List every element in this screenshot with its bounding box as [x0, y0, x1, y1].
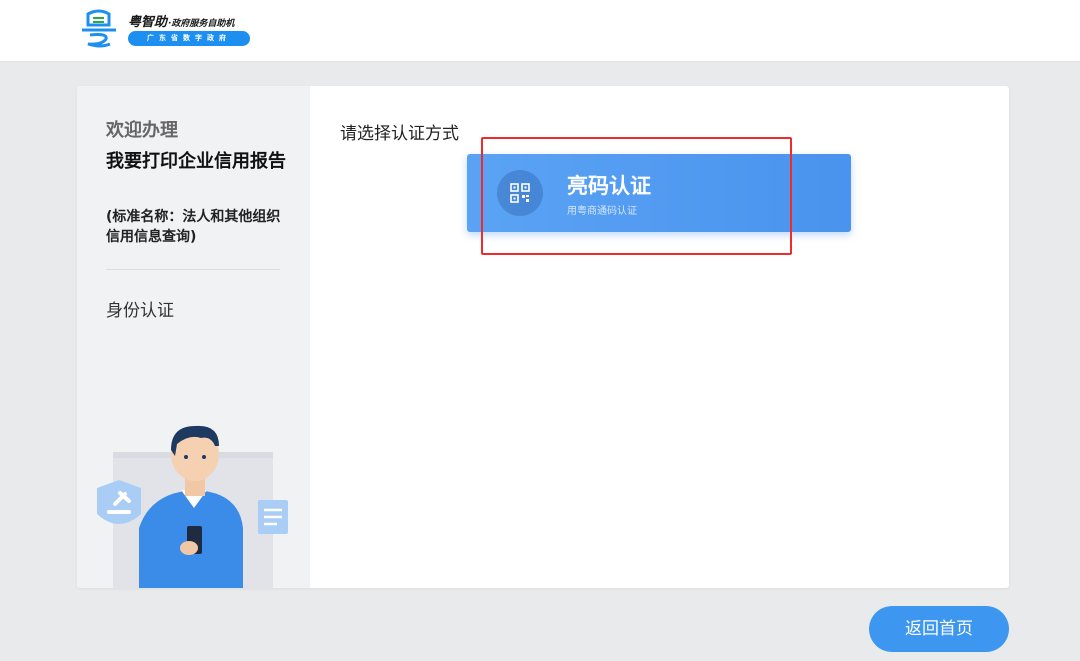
auth-method-prompt: 请选择认证方式 [340, 124, 459, 144]
sidebar-divider [106, 269, 280, 270]
top-bar: 粤智助·政府服务自助机 广东省数字政府 [0, 0, 1080, 62]
qr-auth-subtitle: 用粤商通码认证 [567, 206, 637, 217]
brand-subtitle: ·政府服务自助机 [168, 19, 235, 29]
welcome-heading: 欢迎办理 [106, 120, 178, 141]
service-standard-name: (标准名称：法人和其他组织信用信息查询) [106, 209, 281, 245]
qr-auth-title: 亮码认证 [567, 174, 651, 198]
yue-logo-icon [82, 9, 116, 48]
brand-name: 粤智助·政府服务自助机 [128, 15, 235, 30]
brand-tagline: 广东省数字政府 [128, 31, 250, 46]
person-with-phone-illustration [97, 425, 288, 588]
qr-icon-badge [497, 170, 543, 216]
sidebar: 欢迎办理 我要打印企业信用报告 (标准名称：法人和其他组织信用信息查询) 身份认… [77, 86, 310, 588]
current-step-label: 身份认证 [106, 301, 174, 321]
qr-code-icon [510, 183, 530, 203]
qr-auth-option-card[interactable]: 亮码认证 用粤商通码认证 [467, 154, 851, 232]
main-panel: 欢迎办理 我要打印企业信用报告 (标准名称：法人和其他组织信用信息查询) 身份认… [77, 86, 1009, 588]
service-title: 我要打印企业信用报告 [106, 151, 286, 172]
return-home-button[interactable]: 返回首页 [869, 606, 1009, 652]
